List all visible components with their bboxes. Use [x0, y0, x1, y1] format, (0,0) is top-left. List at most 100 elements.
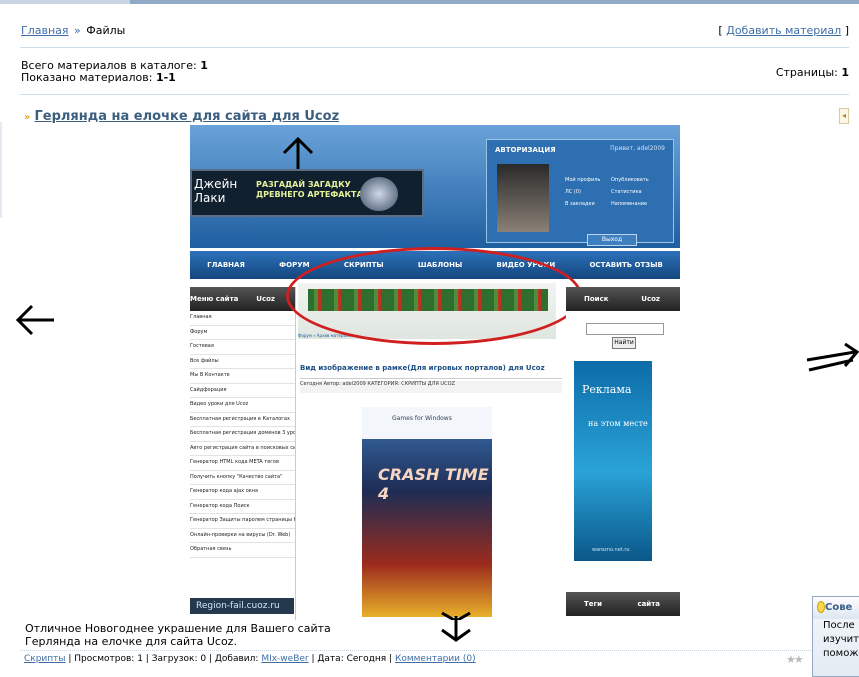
banner-slogan1: РАЗГАДАЙ ЗАГАДКУ	[256, 180, 351, 189]
item-screenshot[interactable]: Джейн Лаки РАЗГАДАЙ ЗАГАДКУ ДРЕВНЕГО АРТЕФ…	[190, 125, 680, 620]
description-line2: Герлянда на елочке для сайта Ucoz.	[25, 635, 237, 648]
downloads-count: 0	[200, 654, 207, 664]
post-date: Сегодня	[300, 381, 322, 387]
arrow-left-icon[interactable]: ◂	[839, 108, 849, 124]
nav-item: ГЛАВНАЯ	[207, 261, 245, 269]
ad-site: warezno.net.ru	[592, 547, 630, 553]
auth-exit: Выход	[587, 234, 637, 246]
left-menu-item: Онлайн-проверки на вирусы (Dr. Web)	[190, 529, 295, 543]
left-menu-item: Гостевая	[190, 340, 295, 355]
item-title: » Герлянда на елочке для сайта для Ucoz	[24, 109, 339, 124]
auth-menu-item: Статистика	[611, 189, 642, 195]
add-material-box: [ Добавить материал ]	[718, 24, 849, 37]
left-menu-item: Видео уроки для Ucoz	[190, 398, 295, 413]
description-line1: Отличное Новогоднее украшение для Вашего…	[25, 622, 331, 635]
search-title-right: Ucoz	[641, 295, 660, 303]
arrow-down-stem-icon	[441, 616, 471, 642]
left-menu-item: Генератор кода Поиск	[190, 500, 295, 514]
left-menu-item: Получить кнопку "Качество сайта"	[190, 471, 295, 485]
left-menu-item: Сайдфорация	[190, 384, 295, 398]
left-menu-footer: Region-fail.cuoz.ru	[190, 598, 294, 614]
screenshot-search-button: Найти	[612, 337, 636, 349]
views-count: 1	[137, 654, 143, 664]
left-menu-item: Бесплатная регистрация в Каталогах	[190, 413, 295, 427]
ad-banner: Реклама на этом месте warezno.net.ru	[574, 361, 652, 561]
banner-line1: Джейн	[194, 177, 238, 191]
left-menu-item: Бесплатная регистрация доменов 3 уровня	[190, 427, 295, 442]
shown-value: 1-1	[155, 71, 176, 84]
comments-link[interactable]: Комментарии (0)	[395, 654, 476, 664]
left-menu-item: Все файлы	[190, 355, 295, 369]
ad-line2: на этом месте	[588, 419, 648, 428]
arrow-right-drawing-icon	[806, 342, 859, 372]
screenshot-post-title: Вид изображение в рамке(Для игровых порт…	[300, 357, 562, 379]
date-label: Дата:	[317, 654, 344, 664]
pages-current[interactable]: 1	[841, 66, 849, 79]
item-title-link[interactable]: Герлянда на елочке для сайта для Ucoz	[34, 109, 339, 124]
auth-menu-item: Напоминание	[611, 201, 648, 207]
divider	[20, 94, 849, 95]
red-highlight-circle	[286, 247, 582, 345]
screenshot-banner: Джейн Лаки РАЗГАДАЙ ЗАГАДКУ ДРЕВНЕГО АРТЕФ…	[190, 169, 424, 217]
add-material-link[interactable]: Добавить материал	[726, 24, 841, 37]
date-value: Сегодня	[346, 654, 387, 664]
game-title: CRASH TIME 4	[378, 465, 489, 503]
ad-line1: Реклама	[582, 383, 632, 396]
screenshot-right-column: Поиск Ucoz Найти Реклама на этом месте wa…	[566, 287, 680, 620]
catalog-stats: Всего материалов в каталоге: 1 Показано …	[21, 60, 208, 84]
left-menu-item: Авто регистрация сайта в поисковых систе…	[190, 442, 295, 456]
banner-line2: Лаки	[194, 191, 226, 205]
user-photo	[497, 164, 549, 232]
screenshot-post-meta: Сегодня Автор: adel2009 КАТЕГОРИЯ: СКРИП…	[300, 381, 562, 393]
item-description: Отличное Новогоднее украшение для Вашего…	[25, 622, 331, 648]
search-title: Поиск	[584, 295, 609, 303]
shown-label: Показано материалов:	[21, 71, 153, 84]
total-value: 1	[200, 59, 208, 72]
screenshot-auth-panel: АВТОРИЗАЦИЯ Привет, adel2009 Мой профиль…	[486, 139, 674, 246]
auth-greeting: Привет, adel2009	[610, 145, 665, 152]
bracket-open: [	[718, 24, 723, 37]
bracket-close: ]	[844, 24, 849, 37]
left-menu-item: Генератор HTML кода META тегов	[190, 456, 295, 471]
tip-popup[interactable]: Сове После изучит поможе	[812, 596, 859, 677]
breadcrumb-home-link[interactable]: Главная	[21, 24, 69, 37]
post-category: КАТЕГОРИЯ: СКРИПТЫ ДЛЯ UCOZ	[367, 381, 455, 387]
artifact-image	[360, 177, 398, 211]
auth-menu2: Опубликовать Статистика Напоминание	[611, 174, 649, 210]
tags-title: Теги	[584, 600, 603, 608]
auth-caption: АВТОРИЗАЦИЯ	[495, 146, 556, 154]
top-bar	[0, 0, 859, 5]
left-menu-title: Меню сайта	[190, 295, 239, 303]
pagination: Страницы: 1	[776, 66, 849, 79]
left-edge-decoration	[0, 122, 2, 218]
downloads-label: Загрузок:	[151, 654, 198, 664]
game-brand: Games for Windows	[362, 407, 492, 439]
bullet-icon: »	[24, 112, 31, 123]
left-menu-title-right: Ucoz	[256, 295, 275, 303]
author-link[interactable]: MIx-weBer	[261, 654, 308, 664]
banner-slogan2: ДРЕВНЕГО АРТЕФАКТА!	[256, 190, 367, 199]
game-cover-image: Games for Windows CRASH TIME 4	[362, 407, 492, 617]
nav-item: ОСТАВИТЬ ОТЗЫВ	[589, 261, 663, 269]
left-menu-item: Генератор кода ajax окна	[190, 485, 295, 500]
dotted-divider	[20, 650, 849, 651]
item-meta: Скрипты | Просмотров: 1 | Загрузок: 0 | …	[24, 654, 476, 664]
left-menu-item: Главная	[190, 311, 295, 326]
breadcrumb-current: Файлы	[86, 24, 126, 37]
breadcrumb-separator: »	[74, 24, 81, 37]
tip-line: изучит	[823, 634, 859, 645]
nav-item: ФОРУМ	[279, 261, 310, 269]
arrow-left-drawing-icon	[15, 304, 54, 336]
rating-stars-icon[interactable]: ★★	[786, 653, 804, 666]
tip-line: поможе	[823, 648, 859, 659]
tip-line: После	[823, 620, 855, 631]
auth-menu-item: ЛС (0)	[565, 189, 581, 195]
views-label: Просмотров:	[74, 654, 135, 664]
category-link[interactable]: Скрипты	[24, 654, 66, 664]
auth-menu-item: Мой профиль	[565, 177, 601, 183]
post-author: Автор: adel2009	[323, 381, 366, 387]
screenshot-search-input	[586, 323, 664, 335]
auth-menu: Мой профиль ЛС (0) В закладки	[565, 174, 600, 210]
tags-title-right: сайта	[637, 600, 660, 608]
pages-label: Страницы:	[775, 66, 838, 79]
